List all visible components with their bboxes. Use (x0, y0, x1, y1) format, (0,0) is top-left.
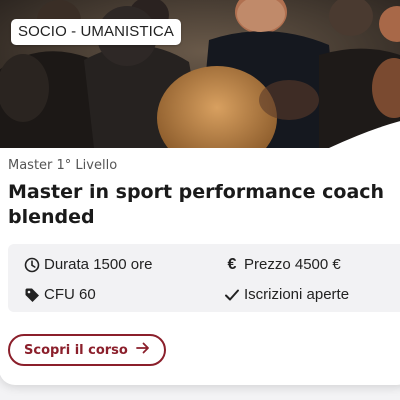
price-text: Prezzo 4500 € (244, 256, 341, 273)
discover-course-button[interactable]: Scopri il corso (8, 334, 166, 366)
cfu-item: CFU 60 (24, 286, 96, 303)
duration-text: Durata 1500 ore (44, 256, 153, 273)
course-info-box: Durata 1500 ore € Prezzo 4500 € CFU 60 I… (8, 244, 400, 312)
price-item: € Prezzo 4500 € (224, 255, 341, 274)
status-text: Iscrizioni aperte (244, 286, 350, 303)
course-level: Master 1° Livello (8, 158, 118, 173)
tag-icon (24, 287, 40, 303)
clock-icon (24, 257, 40, 273)
hero-image: SOCIO - UMANISTICA (0, 0, 400, 148)
duration-item: Durata 1500 ore (24, 256, 152, 273)
euro-icon: € (227, 255, 237, 273)
cta-label: Scopri il corso (24, 342, 128, 358)
cfu-text: CFU 60 (44, 286, 96, 303)
status-item: Iscrizioni aperte (224, 286, 349, 303)
arrow-right-icon (135, 342, 150, 358)
course-card: SOCIO - UMANISTICA Master 1° Livello Mas… (0, 0, 400, 385)
check-icon (224, 287, 240, 303)
course-title[interactable]: Master in sport performance coach blende… (8, 180, 400, 230)
category-badge: SOCIO - UMANISTICA (11, 19, 181, 45)
